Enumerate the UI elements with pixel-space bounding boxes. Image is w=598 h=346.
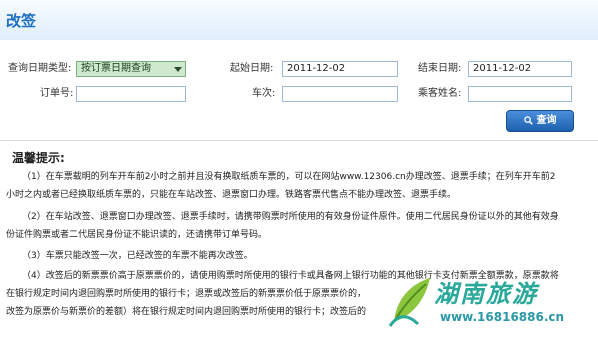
tip-line: （1）在车票载明的列车开车前2小时之前并且没有换取纸质车票的，可以在网站www.…: [22, 172, 556, 182]
tip-line: 在银行规定时间内退回购票时所使用的银行卡；退票或改签后的新票票价低于原票票价的，: [6, 289, 367, 299]
page-header: 改签: [0, 0, 598, 41]
query-type-value: 按订票日期查询: [81, 63, 151, 74]
leaf-logo-icon: [388, 278, 430, 327]
tips-title: 温馨提示:: [12, 151, 65, 165]
query-button[interactable]: 查询: [506, 110, 574, 132]
order-no-label: 订单号:: [40, 88, 74, 99]
end-date-input[interactable]: 2011-12-02: [468, 61, 572, 77]
query-type-select[interactable]: 按订票日期查询: [76, 61, 186, 77]
tip-line: 份证件购票或者二代居民身份证不能识读的，还请携带订单号码。: [6, 230, 268, 240]
query-button-label: 查询: [536, 115, 557, 126]
start-date-label: 起始日期:: [230, 63, 274, 74]
order-no-input[interactable]: [76, 86, 186, 102]
start-date-input[interactable]: 2011-12-02: [282, 61, 398, 77]
watermark-text: 湖南旅游: [434, 279, 538, 308]
train-no-label: 车次:: [252, 88, 276, 99]
passenger-name-label: 乘客姓名:: [418, 88, 462, 99]
search-icon: [523, 115, 533, 125]
query-type-label: 查询日期类型:: [8, 63, 72, 74]
tip-line: （3）车票只能改签一次，已经改签的车票不能再次改签。: [22, 251, 253, 261]
end-date-label: 结束日期:: [418, 63, 462, 74]
tip-line: （2）在车站改签、退票窗口办理改签、退票手续时，请携带购票时所使用的有效身份证件…: [22, 212, 559, 222]
watermark-logo: 湖南旅游 www.16816886.cn: [388, 268, 598, 346]
passenger-name-input[interactable]: [468, 86, 572, 102]
tip-line: 小时之内或者已经换取纸质车票的，只能在车站改签、退票窗口办理。铁路客票代售点不能…: [6, 190, 457, 200]
watermark-url: www.16816886.cn: [440, 310, 565, 324]
tip-line: 改签为原票价与新票价的差额）将在银行规定时间内退回购票时所使用的银行卡；改签后的: [6, 307, 367, 317]
chevron-down-icon: [174, 67, 182, 72]
page-title: 改签: [6, 12, 37, 30]
train-no-input[interactable]: [282, 86, 398, 102]
